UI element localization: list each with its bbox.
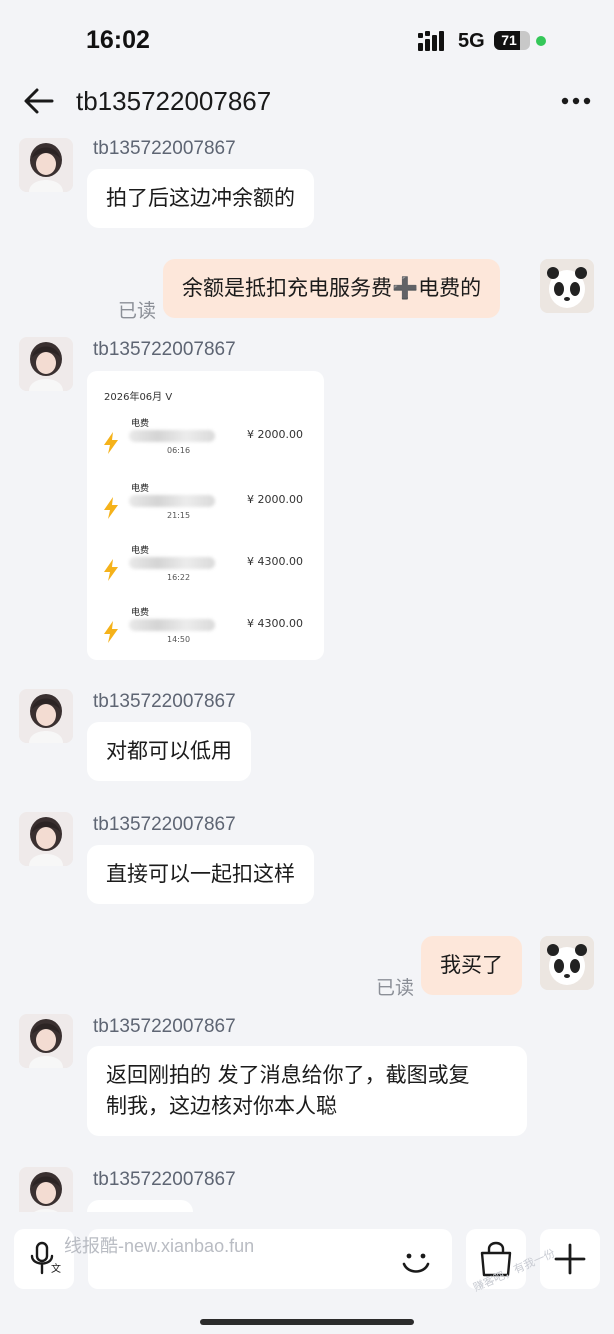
sender-name: tb135722007867 bbox=[93, 691, 236, 712]
person-avatar-icon bbox=[19, 812, 73, 866]
more-horizontal-icon[interactable] bbox=[558, 86, 594, 116]
message-bubble[interactable]: 余额是抵扣充电服务费➕电费的 bbox=[163, 259, 501, 318]
bill-row: 电费 06:16 ¥ 2000.00 bbox=[87, 414, 324, 464]
privacy-indicator-dot bbox=[536, 36, 546, 46]
signal-icon bbox=[418, 31, 444, 51]
sender-name: tb135722007867 bbox=[93, 339, 236, 360]
bill-amount: ¥ 2000.00 bbox=[247, 493, 303, 506]
chat-title: tb135722007867 bbox=[76, 86, 272, 116]
smile-icon[interactable] bbox=[396, 1242, 436, 1282]
bill-name: 电费 bbox=[131, 419, 150, 429]
message-bubble[interactable]: 对都可以低用 bbox=[87, 722, 251, 781]
contact-avatar[interactable] bbox=[19, 1014, 73, 1068]
lightning-icon bbox=[104, 432, 118, 454]
bill-amount: ¥ 2000.00 bbox=[247, 428, 303, 441]
arrow-left-icon[interactable] bbox=[22, 84, 56, 118]
bill-name: 电费 bbox=[131, 546, 150, 556]
svg-text:文: 文 bbox=[51, 1262, 61, 1275]
lightning-icon bbox=[104, 559, 118, 581]
battery-icon: 71 bbox=[494, 31, 530, 50]
message-bubble[interactable] bbox=[87, 1200, 193, 1212]
lightning-icon bbox=[104, 497, 118, 519]
blurred-detail bbox=[129, 495, 215, 507]
blurred-detail bbox=[129, 430, 215, 442]
panda-avatar-icon bbox=[540, 259, 594, 313]
person-avatar-icon bbox=[19, 689, 73, 743]
bill-time: 14:50 bbox=[167, 635, 191, 644]
person-avatar-icon bbox=[19, 337, 73, 391]
message-bubble[interactable]: 直接可以一起扣这样 bbox=[87, 845, 314, 904]
message-bubble[interactable]: 我买了 bbox=[421, 936, 522, 995]
message-bubble[interactable]: 拍了后这边冲余额的 bbox=[87, 169, 314, 228]
contact-avatar[interactable] bbox=[19, 138, 73, 192]
home-indicator[interactable] bbox=[200, 1319, 414, 1325]
battery-level: 71 bbox=[501, 32, 517, 48]
sender-name: tb135722007867 bbox=[93, 814, 236, 835]
sender-name: tb135722007867 bbox=[93, 1016, 236, 1037]
sender-name: tb135722007867 bbox=[93, 138, 236, 159]
sender-name: tb135722007867 bbox=[93, 1169, 236, 1190]
person-avatar-icon bbox=[19, 1167, 73, 1212]
image-message-bill-card[interactable]: 2026年06月 V 电费 06:16 ¥ 2000.00 电费 21:15 ¥… bbox=[87, 371, 324, 660]
bill-amount: ¥ 4300.00 bbox=[247, 555, 303, 568]
status-bar: 16:02 5G 71 bbox=[0, 0, 614, 76]
bill-time: 06:16 bbox=[167, 446, 191, 455]
read-receipt: 已读 bbox=[376, 977, 415, 999]
watermark-text: 线报酷-new.xianbao.fun bbox=[64, 1236, 255, 1256]
contact-avatar[interactable] bbox=[19, 1167, 73, 1212]
status-time: 16:02 bbox=[86, 26, 150, 54]
input-bar: 文 线报酷-new.xianbao.fun 赚客吧，有我一份 bbox=[0, 1212, 614, 1334]
person-avatar-icon bbox=[19, 138, 73, 192]
chat-header: tb135722007867 bbox=[0, 76, 614, 132]
message-line: 返回刚拍的 发了消息给你了，截图或复 bbox=[106, 1063, 470, 1087]
message-list[interactable]: tb135722007867 拍了后这边冲余额的 已读 余额是抵扣充电服务费➕电… bbox=[0, 132, 614, 1212]
bill-row: 电费 16:22 ¥ 4300.00 bbox=[87, 541, 324, 591]
bill-time: 21:15 bbox=[167, 511, 191, 520]
contact-avatar[interactable] bbox=[19, 812, 73, 866]
read-receipt: 已读 bbox=[118, 300, 157, 322]
bill-name: 电费 bbox=[131, 608, 150, 618]
panda-avatar-icon bbox=[540, 936, 594, 990]
bill-row: 电费 14:50 ¥ 4300.00 bbox=[87, 603, 324, 653]
bill-name: 电费 bbox=[131, 484, 150, 494]
message-line: 制我，这边核对你本人聪 bbox=[106, 1094, 337, 1118]
my-avatar[interactable] bbox=[540, 936, 594, 990]
lightning-icon bbox=[104, 621, 118, 643]
blurred-detail bbox=[129, 619, 215, 631]
blurred-detail bbox=[129, 557, 215, 569]
contact-avatar[interactable] bbox=[19, 337, 73, 391]
bill-amount: ¥ 4300.00 bbox=[247, 617, 303, 630]
message-bubble[interactable]: 返回刚拍的 发了消息给你了，截图或复 制我，这边核对你本人聪 bbox=[87, 1046, 527, 1136]
bill-row: 电费 21:15 ¥ 2000.00 bbox=[87, 479, 324, 529]
bill-month: 2026年06月 V bbox=[104, 392, 173, 403]
bill-time: 16:22 bbox=[167, 573, 191, 582]
network-type: 5G bbox=[458, 30, 485, 52]
my-avatar[interactable] bbox=[540, 259, 594, 313]
person-avatar-icon bbox=[19, 1014, 73, 1068]
contact-avatar[interactable] bbox=[19, 689, 73, 743]
